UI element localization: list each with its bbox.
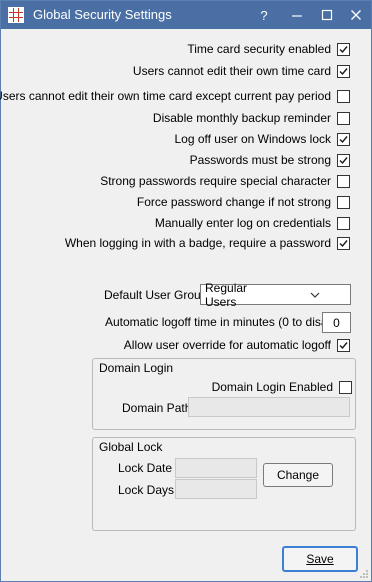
- help-button[interactable]: ?: [252, 5, 276, 25]
- setting-label: Passwords must be strong: [189, 153, 331, 167]
- global-lock-group: Global Lock Lock Date Lock Days Change: [92, 437, 356, 531]
- default-user-group-value: Regular Users: [205, 280, 248, 309]
- checkbox-no-edit-own-time-card[interactable]: [337, 64, 350, 78]
- maximize-button[interactable]: [315, 5, 339, 25]
- domain-path-label: Domain Path: [122, 401, 192, 415]
- checkmark-icon: [339, 239, 348, 247]
- default-user-group-select[interactable]: Regular Users: [200, 281, 351, 309]
- setting-label: Users cannot edit their own time card: [132, 64, 331, 78]
- minimize-icon: [292, 15, 302, 17]
- checkbox-logoff-on-windows-lock[interactable]: [337, 132, 350, 146]
- setting-row-passwords-strong[interactable]: Passwords must be strong: [190, 150, 350, 170]
- setting-label: Strong passwords require special charact…: [100, 174, 331, 188]
- checkmark-icon: [339, 45, 348, 53]
- checkmark-icon: [339, 67, 348, 75]
- checkbox-passwords-strong[interactable]: [337, 153, 350, 167]
- setting-row-disable-backup-reminder[interactable]: Disable monthly backup reminder: [153, 108, 350, 128]
- resize-grip-icon[interactable]: [359, 569, 369, 579]
- setting-label: When logging in with a badge, require a …: [64, 236, 331, 250]
- close-button[interactable]: [344, 5, 368, 25]
- checkbox-manual-credentials[interactable]: [337, 216, 350, 230]
- setting-row-logoff-on-windows-lock[interactable]: Log off user on Windows lock: [174, 129, 350, 149]
- domain-path-input[interactable]: [188, 397, 350, 417]
- setting-label: Time card security enabled: [187, 42, 331, 56]
- domain-login-enabled-row[interactable]: Domain Login Enabled: [212, 377, 352, 397]
- setting-label: Manually enter log on credentials: [154, 216, 331, 230]
- allow-override-label: Allow user override for automatic logoff: [123, 338, 331, 352]
- save-label: Save: [306, 552, 334, 566]
- minimize-button[interactable]: [285, 5, 309, 25]
- change-button[interactable]: Change: [263, 463, 333, 487]
- global-lock-title: Global Lock: [99, 440, 163, 454]
- lock-days-label: Lock Days: [118, 483, 175, 497]
- checkbox-force-password-change[interactable]: [337, 195, 350, 209]
- checkmark-icon: [339, 135, 348, 143]
- setting-row-no-edit-except-current-period[interactable]: Users cannot edit their own time card ex…: [0, 86, 350, 106]
- checkmark-icon: [339, 156, 348, 164]
- setting-row-time-card-security[interactable]: Time card security enabled: [187, 39, 350, 59]
- auto-logoff-input[interactable]: 0: [322, 312, 351, 333]
- setting-row-manual-credentials[interactable]: Manually enter log on credentials: [155, 213, 350, 233]
- setting-row-no-edit-own-time-card[interactable]: Users cannot edit their own time card: [133, 61, 350, 81]
- checkbox-special-character[interactable]: [337, 174, 350, 188]
- domain-login-title: Domain Login: [99, 361, 174, 375]
- close-icon: [351, 10, 361, 20]
- domain-login-enabled-label: Domain Login Enabled: [211, 380, 333, 394]
- setting-label: Disable monthly backup reminder: [152, 111, 331, 125]
- setting-row-force-password-change[interactable]: Force password change if not strong: [137, 192, 350, 212]
- setting-label: Users cannot edit their own time card ex…: [0, 89, 331, 103]
- security-settings-window: Global Security Settings ? Time card sec…: [0, 0, 372, 582]
- lock-date-label: Lock Date: [118, 461, 173, 475]
- setting-label: Log off user on Windows lock: [174, 132, 331, 146]
- domain-login-group: Domain Login Domain Login Enabled Domain…: [92, 358, 356, 430]
- window-title: Global Security Settings: [33, 7, 172, 22]
- checkbox-time-card-security[interactable]: [337, 42, 350, 56]
- checkbox-disable-backup-reminder[interactable]: [337, 111, 350, 125]
- checkbox-domain-login-enabled[interactable]: [339, 380, 352, 394]
- save-button[interactable]: Save: [282, 546, 358, 572]
- checkmark-icon: [339, 341, 348, 349]
- grid-icon: [8, 7, 24, 23]
- checkbox-allow-override[interactable]: [337, 338, 350, 352]
- setting-row-special-character[interactable]: Strong passwords require special charact…: [100, 171, 350, 191]
- lock-date-input[interactable]: [175, 458, 257, 478]
- default-user-group-label: Default User Group: [104, 288, 208, 302]
- maximize-icon: [321, 9, 333, 21]
- setting-row-badge-require-password[interactable]: When logging in with a badge, require a …: [65, 233, 350, 253]
- chevron-down-icon: [276, 292, 351, 298]
- allow-override-row[interactable]: Allow user override for automatic logoff: [124, 335, 350, 355]
- checkbox-badge-require-password[interactable]: [337, 236, 350, 250]
- checkbox-no-edit-except-current-period[interactable]: [337, 89, 350, 103]
- setting-label: Force password change if not strong: [136, 195, 331, 209]
- title-bar[interactable]: Global Security Settings ?: [1, 1, 371, 29]
- auto-logoff-label: Automatic logoff time in minutes (0 to d…: [105, 315, 351, 329]
- lock-days-input[interactable]: [175, 479, 257, 499]
